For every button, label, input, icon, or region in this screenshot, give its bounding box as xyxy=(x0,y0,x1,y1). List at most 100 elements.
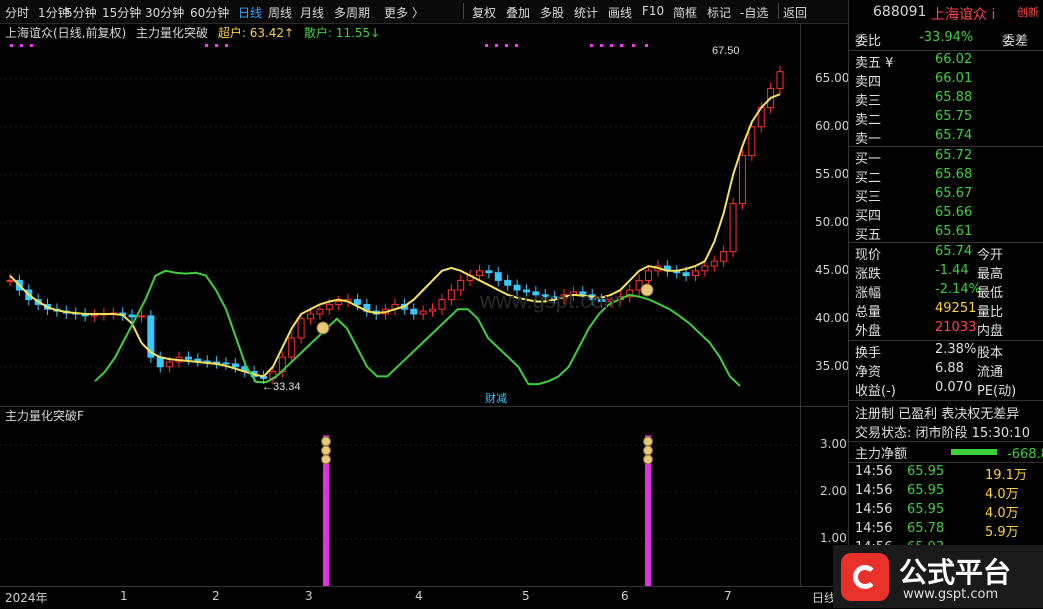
ma-line xyxy=(9,93,781,378)
tab-15min[interactable]: 15分钟 xyxy=(102,4,141,21)
signal-dot xyxy=(620,44,623,47)
date-label-year: 2024年 xyxy=(5,591,48,605)
money-bag-icon xyxy=(321,445,331,456)
stat-label: 收益(-) xyxy=(855,384,896,399)
quote-row: 买五 65.61 xyxy=(855,224,1041,243)
tab-60min[interactable]: 60分钟 xyxy=(190,4,229,21)
tab-monthly[interactable]: 月线 xyxy=(300,4,324,21)
logo-text: 公式平台 xyxy=(899,556,1012,589)
tick-time: 14:56 xyxy=(855,464,893,479)
stat-right-label: 量比 xyxy=(977,305,1004,320)
tab-weekly[interactable]: 周线 xyxy=(268,4,292,21)
candle-body xyxy=(316,308,324,315)
candle-body xyxy=(335,301,343,305)
candle-body xyxy=(729,203,737,253)
tool-add-watchlist[interactable]: -自选 xyxy=(740,4,768,21)
tick-price: 65.95 xyxy=(907,464,945,479)
quote-row: 买四 65.66 xyxy=(855,205,1041,224)
stat-value: 2.38% xyxy=(935,342,977,357)
bid-price: 65.67 xyxy=(935,186,973,201)
ask-price: 66.02 xyxy=(935,52,973,67)
stock-code: 688091 xyxy=(873,4,927,20)
tool-simple-frame[interactable]: 简框 xyxy=(673,4,697,21)
bid-label: 买五 xyxy=(855,228,882,243)
tab-5min[interactable]: 5分钟 xyxy=(65,4,97,21)
trade-status: 交易状态: 闭市阶段 15:30:10 xyxy=(855,426,1031,441)
quote-row: 买一 65.72 xyxy=(855,148,1041,167)
quote-row: 14:56 65.95 4.0万 xyxy=(855,502,1041,521)
money-bag-icon xyxy=(321,454,331,465)
tool-draw-line[interactable]: 画线 xyxy=(608,4,632,21)
candle-body xyxy=(504,279,512,286)
signal-dot xyxy=(225,44,228,47)
date-label-jun: 6 xyxy=(621,589,629,603)
high-price-marker: 67.50 xyxy=(712,45,740,57)
bid-label: 买三 xyxy=(855,190,882,205)
stat-value: 6.88 xyxy=(935,361,964,376)
stat-value: 49251 xyxy=(935,301,977,316)
site-logo: 公式平台 www.gspt.com xyxy=(833,545,1043,608)
tool-multi-stock[interactable]: 多股 xyxy=(540,4,564,21)
sub-chart[interactable] xyxy=(0,420,800,586)
signal-dot xyxy=(215,44,218,47)
price-chart[interactable]: 67.50 ←33.34 财减 www.gspt.com xyxy=(0,40,800,406)
stat-value: -2.14% xyxy=(935,282,981,297)
signal-dot xyxy=(515,44,518,47)
tab-daily[interactable]: 日线 xyxy=(238,4,262,21)
candle-body xyxy=(710,260,718,267)
tool-back[interactable]: 返回 xyxy=(783,4,807,21)
candle-body xyxy=(748,126,756,157)
quote-row: 现价 65.74 今开 xyxy=(855,244,1041,263)
bid-label: 买一 xyxy=(855,152,882,167)
date-label-feb: 2 xyxy=(212,589,220,603)
money-bag-icon xyxy=(321,436,331,447)
price-tick-label: 65.00 xyxy=(815,70,850,85)
chart-title: 上海谊众(日线,前复权) xyxy=(5,26,127,40)
stat-right-label: 内盘 xyxy=(977,324,1004,339)
stat-value: 0.070 xyxy=(935,380,973,395)
candle-body xyxy=(419,310,427,315)
date-label-mar: 3 xyxy=(305,589,313,603)
tab-timeshare[interactable]: 分时 xyxy=(5,4,29,21)
signal-dot xyxy=(590,44,593,47)
ask-price: 65.88 xyxy=(935,90,973,105)
date-label-apr: 4 xyxy=(415,589,423,603)
money-bag-icon xyxy=(643,436,653,447)
net-flow-label[interactable]: 主力净额 xyxy=(855,443,907,462)
candle-body xyxy=(194,358,202,362)
tick-volume: 19.1万 xyxy=(985,468,1027,483)
tab-30min[interactable]: 30分钟 xyxy=(145,4,184,21)
money-bag-icon xyxy=(643,445,653,456)
net-flow-value: -668.8万 xyxy=(1007,447,1043,462)
tool-mark[interactable]: 标记 xyxy=(707,4,731,21)
tool-statistics[interactable]: 统计 xyxy=(574,4,598,21)
candle-body xyxy=(720,251,728,262)
tick-time: 14:56 xyxy=(855,502,893,517)
ask-label: 卖四 xyxy=(855,75,882,90)
tab-more[interactable]: 更多 〉 xyxy=(384,4,424,21)
candle-body xyxy=(682,272,690,277)
candle-body xyxy=(184,356,192,360)
sub-tick-label: 1.00 xyxy=(820,530,847,545)
bid-price: 65.68 xyxy=(935,167,973,182)
weicha-label: 委差 xyxy=(1002,34,1029,49)
tool-fuquan[interactable]: 复权 xyxy=(472,4,496,21)
quote-row: 收益(-) 0.070 PE(动) xyxy=(855,380,1041,399)
signal-dot xyxy=(645,44,648,47)
tool-f10[interactable]: F10 xyxy=(642,4,664,18)
tick-price: 65.95 xyxy=(907,483,945,498)
quote-row: 买三 65.67 xyxy=(855,186,1041,205)
candle-body xyxy=(645,270,653,281)
tick-volume: 4.0万 xyxy=(985,506,1019,521)
ask-label: 卖五 ¥ xyxy=(855,56,894,71)
tool-overlay[interactable]: 叠加 xyxy=(506,4,530,21)
stat-value: 21033 xyxy=(935,320,977,335)
stat-label: 净资 xyxy=(855,365,882,380)
tab-multi-period[interactable]: 多周期 xyxy=(334,4,370,21)
quote-row: 涨跌 -1.44 最高 xyxy=(855,263,1041,282)
indicator-title[interactable]: 主力量化突破 超户: 63.42↑ 散户: 11.55↓ xyxy=(136,24,380,41)
indicator-name: 主力量化突破 xyxy=(136,26,209,40)
tick-time: 14:56 xyxy=(855,521,893,536)
stat-right-label: 流通 xyxy=(977,365,1004,380)
candle-body xyxy=(222,362,230,365)
